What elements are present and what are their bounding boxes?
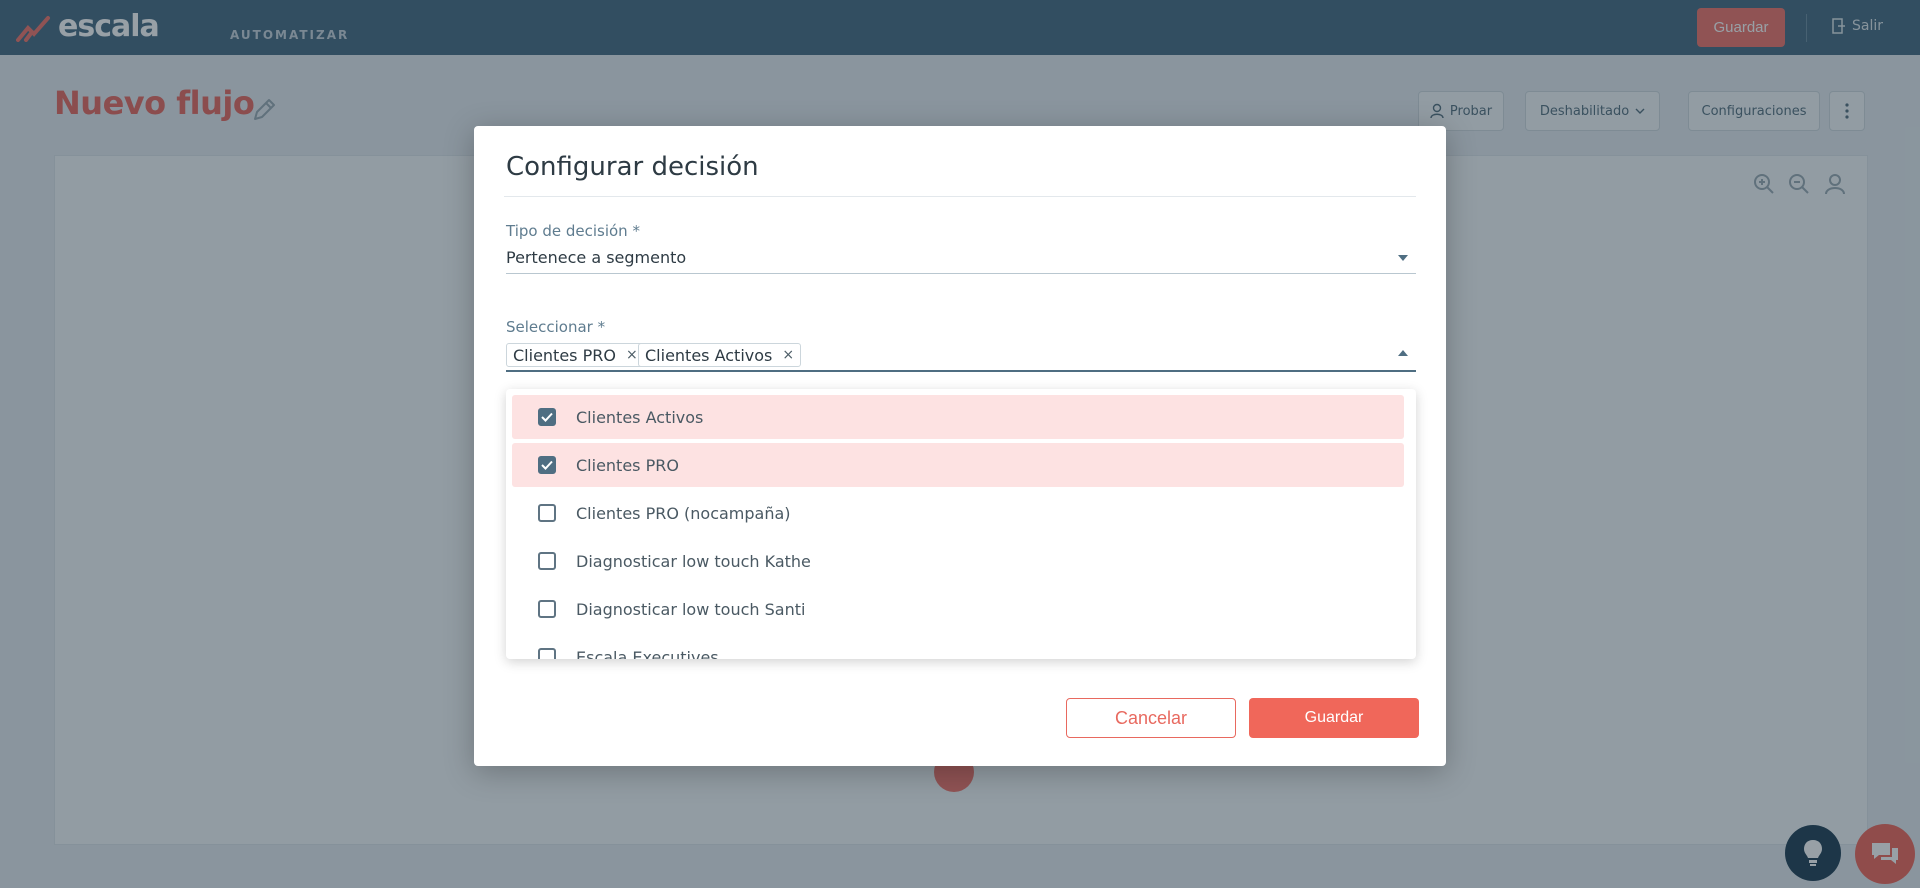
cancel-button[interactable]: Cancelar [1066,698,1236,738]
checkbox[interactable] [538,552,556,570]
configure-decision-modal: Configurar decisión Tipo de decisión * P… [474,126,1446,766]
chip-remove-icon[interactable]: × [782,348,794,362]
check-icon [541,460,553,470]
decision-type-select[interactable]: Pertenece a segmento [506,244,1416,274]
segment-select-label: Seleccionar * [506,318,606,336]
checkbox[interactable] [538,504,556,522]
option-escala-executives[interactable]: Escala Executives [512,635,1404,659]
checkbox[interactable] [538,648,556,659]
check-icon [541,412,553,422]
option-clientes-activos[interactable]: Clientes Activos [512,395,1404,439]
chevron-down-icon [1398,255,1408,261]
chevron-up-icon [1398,350,1408,356]
chip-clientes-activos: Clientes Activos × [638,343,802,367]
checkbox[interactable] [538,600,556,618]
option-clientes-pro-nocampana[interactable]: Clientes PRO (nocampaña) [512,491,1404,535]
modal-title: Configurar decisión [506,152,759,182]
option-clientes-pro[interactable]: Clientes PRO [512,443,1404,487]
decision-type-value: Pertenece a segmento [506,248,687,267]
option-diagnosticar-santi[interactable]: Diagnosticar low touch Santi [512,587,1404,631]
decision-type-label: Tipo de decisión * [506,222,640,240]
segment-multiselect[interactable]: Clientes PRO × Clientes Activos × [506,340,1416,372]
save-button[interactable]: Guardar [1249,698,1419,738]
checkbox[interactable] [538,456,556,474]
chip-clientes-pro: Clientes PRO × [506,343,645,367]
modal-divider [504,196,1416,197]
option-diagnosticar-kathe[interactable]: Diagnosticar low touch Kathe [512,539,1404,583]
chip-remove-icon[interactable]: × [626,348,638,362]
segment-options-list[interactable]: Clientes Activos Clientes PRO Clientes P… [506,389,1416,659]
checkbox[interactable] [538,408,556,426]
